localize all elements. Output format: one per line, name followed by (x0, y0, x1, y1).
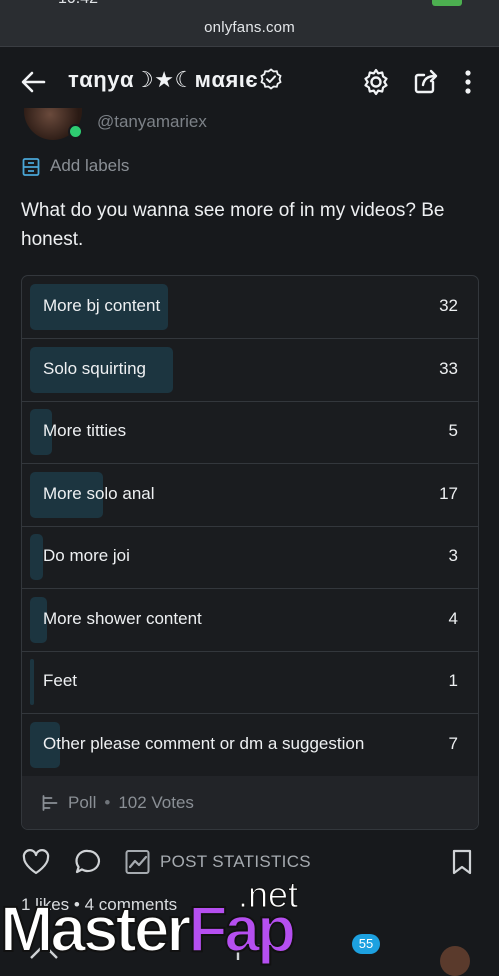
poll-footer: Poll • 102 Votes (22, 776, 478, 829)
poll-option-votes: 32 (439, 296, 458, 315)
poll-option-label: Feet (43, 671, 78, 690)
poll-option-votes: 5 (448, 421, 458, 440)
poll-option[interactable]: Do more joi 3 (22, 526, 478, 589)
poll-option[interactable]: Solo squirting 33 (22, 339, 478, 402)
poll-option-votes: 7 (448, 733, 458, 753)
app-bar: тαηуα☽★☾мαяιє (0, 47, 499, 117)
poll-option[interactable]: Other please comment or dm a suggestion 7 (22, 714, 478, 777)
poll-option-votes: 1 (448, 671, 458, 690)
post-statistics-button[interactable]: POST STATISTICS (160, 852, 311, 872)
page-title: тαηуα☽★☾мαяιє (68, 67, 282, 96)
like-heart-icon[interactable] (21, 848, 51, 881)
nav-profile-avatar[interactable] (440, 946, 470, 976)
comment-bubble-icon[interactable] (73, 848, 103, 881)
poll-option[interactable]: More bj content 32 (22, 276, 478, 339)
user-handle[interactable]: @tanyamariex (97, 112, 207, 132)
url-text: onlyfans.com (204, 19, 295, 36)
back-arrow-icon[interactable] (18, 67, 50, 97)
online-status-dot (68, 124, 83, 139)
url-bar[interactable]: onlyfans.com (0, 10, 499, 46)
battery-icon (432, 0, 462, 6)
nav-create-icon[interactable] (236, 944, 264, 968)
poll-summary: Poll • 102 Votes (68, 793, 194, 813)
poll-option-label: More solo anal (43, 483, 155, 503)
poll-option-bar (30, 534, 43, 580)
poll-separator: • (104, 793, 111, 812)
poll: More bj content 32 Solo squirting 33 More … (21, 275, 479, 830)
status-bar: 10:42 (0, 0, 499, 10)
poll-option-votes: 33 (439, 358, 458, 378)
poll-kind: Poll (68, 793, 97, 812)
poll-icon (42, 795, 60, 816)
post-text: What do you wanna see more of in my vide… (21, 200, 445, 250)
poll-option-label: Do more joi (43, 546, 130, 565)
add-labels-label: Add labels (50, 156, 130, 175)
poll-option-label: More titties (43, 421, 127, 440)
nav-home-icon[interactable] (28, 942, 60, 965)
poll-option-label: More bj content (43, 296, 161, 315)
verified-badge-icon (260, 68, 282, 96)
share-icon[interactable] (411, 67, 443, 97)
poll-option-label: More shower content (43, 608, 202, 628)
poll-option-votes: 3 (448, 546, 458, 565)
poll-option-bar (30, 659, 34, 705)
poll-option-label: Solo squirting (43, 358, 147, 378)
poll-option-votes: 4 (448, 608, 458, 628)
bookmark-icon[interactable] (450, 848, 474, 881)
poll-option[interactable]: More shower content 4 (22, 589, 478, 652)
poll-option-votes: 17 (439, 483, 458, 503)
label-icon (21, 157, 41, 182)
poll-option[interactable]: More titties 5 (22, 401, 478, 464)
poll-option[interactable]: More solo anal 17 (22, 464, 478, 527)
poll-option[interactable]: Feet 1 (22, 651, 478, 714)
settings-gear-icon[interactable] (360, 67, 392, 97)
bottom-nav: 55 (0, 934, 499, 976)
statistics-chart-icon[interactable] (124, 848, 152, 881)
page-title-text: тαηуα☽★☾мαяιє (68, 67, 259, 92)
nav-messages-badge: 55 (352, 934, 380, 954)
poll-option-label: Other please comment or dm a suggestion (43, 733, 365, 753)
more-vertical-icon[interactable] (456, 67, 480, 97)
post-actions: POST STATISTICS (0, 844, 499, 884)
engagement-summary[interactable]: 1 likes • 4 comments (21, 895, 177, 915)
poll-total-votes: 102 Votes (118, 793, 194, 812)
status-time: 10:42 (58, 0, 98, 8)
